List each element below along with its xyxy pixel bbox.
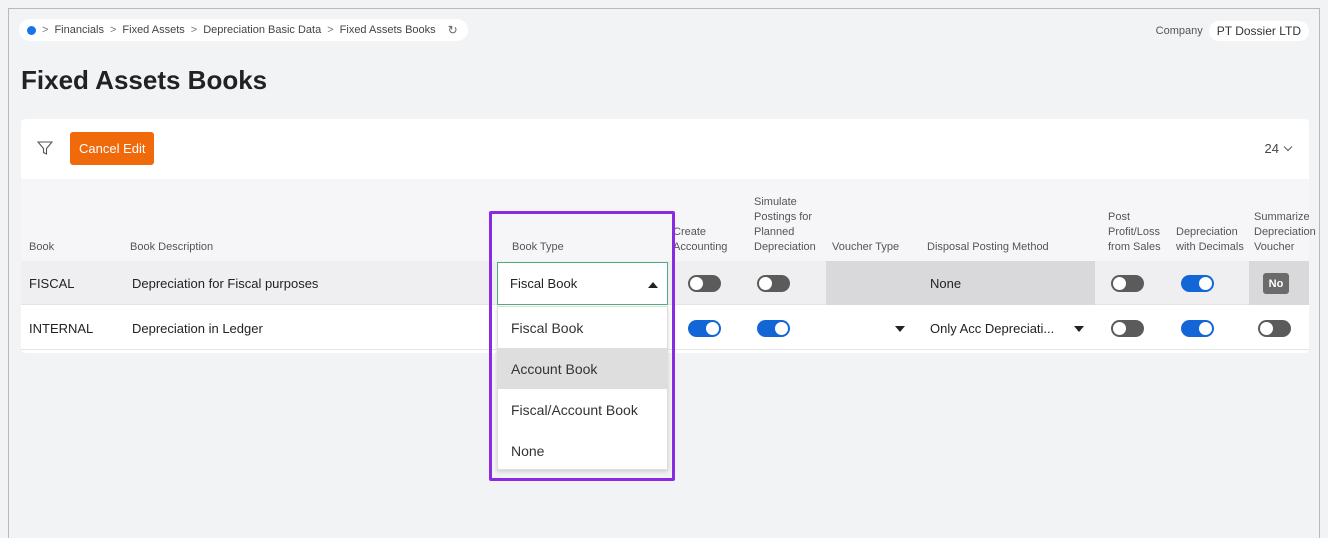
col-header-book-description[interactable]: Book Description [130, 240, 213, 255]
book-type-select[interactable]: Fiscal Book [497, 262, 668, 305]
table-toolbar: Cancel Edit 24 [21, 119, 1309, 179]
refresh-icon[interactable]: ↻ [448, 23, 458, 37]
col-header-book[interactable]: Book [29, 240, 54, 255]
col-header-voucher-type[interactable]: Voucher Type [832, 240, 899, 255]
cell-voucher-type [826, 261, 917, 305]
breadcrumb-separator: > [190, 24, 198, 36]
col-header-simulate-postings[interactable]: Simulate Postings for Planned Depreciati… [754, 195, 830, 255]
page-size-value: 24 [1264, 141, 1279, 156]
toggle-create-accounting[interactable] [688, 320, 721, 337]
breadcrumb: > Financials > Fixed Assets > Depreciati… [19, 19, 468, 41]
toggle-post-profit-loss[interactable] [1111, 275, 1144, 292]
col-header-summarize-voucher[interactable]: Summarize Depreciation Voucher [1254, 210, 1316, 255]
cell-book: INTERNAL [29, 320, 94, 336]
breadcrumb-separator: > [42, 24, 49, 36]
voucher-type-dropdown-icon[interactable] [895, 326, 905, 332]
toggle-simulate-postings[interactable] [757, 320, 790, 337]
book-type-option-fiscal[interactable]: Fiscal Book [498, 307, 667, 348]
filter-icon[interactable] [37, 140, 53, 156]
company-label: Company [1155, 25, 1203, 37]
company-selector: Company PT Dossier LTD [1156, 21, 1309, 41]
disposal-dropdown-icon[interactable] [1074, 326, 1084, 332]
breadcrumb-separator: > [327, 24, 334, 36]
book-type-option-none[interactable]: None [498, 430, 667, 471]
cell-disposal-posting-method[interactable]: Only Acc Depreciati... [930, 306, 1054, 350]
toggle-simulate-postings[interactable] [757, 275, 790, 292]
breadcrumb-item-depreciation-basic-data[interactable]: Depreciation Basic Data [203, 24, 321, 36]
table-header: Book ︿ Book Description Book Type Create… [21, 179, 1316, 265]
col-header-depreciation-decimals[interactable]: Depreciation with Decimals [1176, 225, 1248, 255]
col-header-disposal-posting-method[interactable]: Disposal Posting Method [927, 240, 1049, 255]
cell-book-description: Depreciation in Ledger [132, 320, 263, 336]
breadcrumb-item-fixed-assets-books: Fixed Assets Books [339, 24, 436, 36]
cancel-edit-button[interactable]: Cancel Edit [70, 132, 155, 165]
col-header-post-profit-loss[interactable]: Post Profit/Loss from Sales [1108, 210, 1178, 255]
book-type-selected-value: Fiscal Book [510, 276, 578, 291]
book-type-option-account[interactable]: Account Book [498, 348, 667, 389]
summarize-no-badge[interactable]: No [1263, 273, 1289, 294]
book-type-dropdown: Fiscal Book Account Book Fiscal/Account … [497, 306, 668, 470]
cell-book-description: Depreciation for Fiscal purposes [132, 275, 319, 291]
toggle-depreciation-decimals[interactable] [1181, 320, 1214, 337]
cell-book: FISCAL [29, 275, 75, 291]
breadcrumb-separator: > [109, 24, 117, 36]
breadcrumb-item-financials[interactable]: Financials [54, 24, 104, 36]
toggle-depreciation-decimals[interactable] [1181, 275, 1214, 292]
col-header-book-type[interactable]: Book Type [512, 240, 564, 255]
toggle-summarize-voucher[interactable] [1258, 320, 1291, 337]
page-title: Fixed Assets Books [21, 65, 268, 95]
company-value[interactable]: PT Dossier LTD [1208, 21, 1309, 41]
book-type-option-fiscal-account[interactable]: Fiscal/Account Book [498, 389, 667, 430]
cell-disposal-posting-method: None [930, 275, 962, 291]
chevron-down-icon [1283, 142, 1293, 152]
breadcrumb-item-fixed-assets[interactable]: Fixed Assets [122, 24, 184, 36]
chevron-up-icon[interactable] [648, 282, 658, 288]
home-dot-icon[interactable] [27, 25, 36, 35]
toggle-post-profit-loss[interactable] [1111, 320, 1144, 337]
page-size-selector[interactable]: 24 [1264, 141, 1293, 156]
col-header-create-accounting[interactable]: Create Accounting [673, 225, 729, 255]
toggle-create-accounting[interactable] [688, 275, 721, 292]
